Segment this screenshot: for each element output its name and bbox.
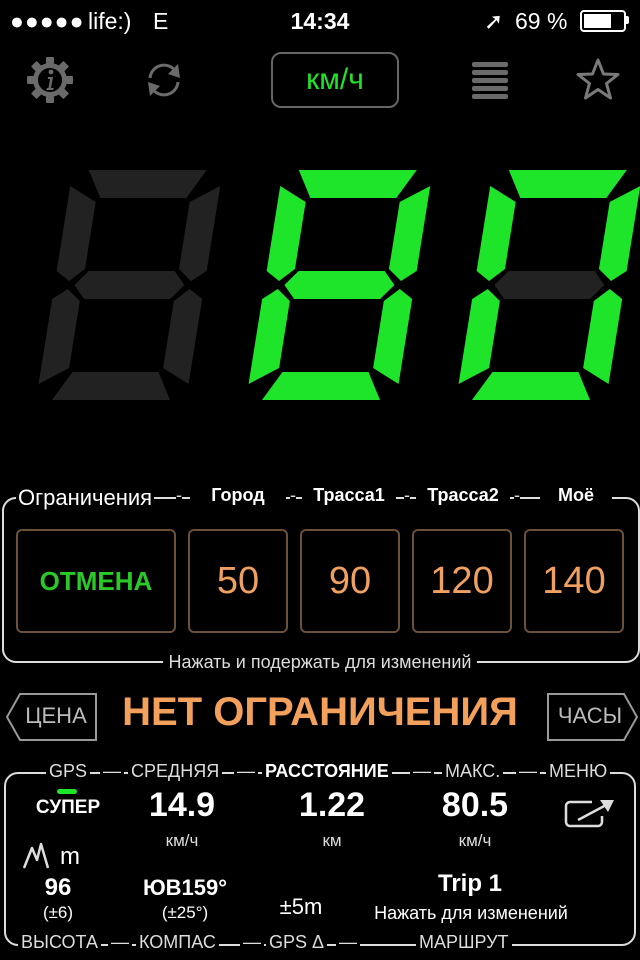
- average-speed-value: 14.9: [148, 786, 216, 824]
- limits-hint-text: Нажать и подержать для изменений: [162, 652, 478, 672]
- altitude-caption: ВЫСОТА: [18, 932, 101, 953]
- altitude-unit: m: [60, 843, 80, 870]
- digit-2-segment-g: [284, 271, 395, 299]
- caption-dash: —: [108, 932, 132, 953]
- menu-caption[interactable]: МЕНЮ: [546, 761, 611, 782]
- digit-1-segment-b: [178, 186, 221, 281]
- digit-1-segment-f: [56, 186, 96, 281]
- compass-accuracy: (±25°): [161, 903, 209, 922]
- caption-dash: —: [336, 932, 360, 953]
- digit-2-segment-c: [373, 289, 413, 384]
- limit-header-highway1: Трасса1: [302, 485, 396, 506]
- digit-2-segment-a: [298, 170, 417, 198]
- digit-2-segment-d: [262, 372, 380, 400]
- max-speed-unit: км/ч: [458, 831, 492, 850]
- distance-unit: км: [322, 831, 342, 850]
- distance-caption: РАССТОЯНИЕ: [262, 761, 392, 782]
- refresh-icon[interactable]: [140, 56, 188, 104]
- status-bar: ●●●●● life:) E 14:34 ➚ 69 %: [0, 0, 640, 40]
- digit-3-segment-d: [472, 372, 590, 400]
- max-speed-value: 80.5: [441, 786, 509, 824]
- digit-1-segment-d: [52, 372, 170, 400]
- info-gear-icon[interactable]: [26, 56, 74, 104]
- limits-dash: -: [404, 485, 410, 506]
- caption-dash: —: [240, 932, 264, 953]
- caption-dash: —: [234, 761, 258, 782]
- location-arrow-icon: ➚: [484, 8, 504, 34]
- caption-dash: —: [516, 761, 540, 782]
- caption-dash: —: [410, 761, 434, 782]
- speed-limit-status: НЕТ ОГРАНИЧЕНИЯ: [122, 690, 518, 734]
- max-caption: МАКС.: [442, 761, 504, 782]
- limits-title: Ограничения: [16, 485, 155, 511]
- limits-hint: Нажать и подержать для изменений: [0, 652, 640, 673]
- limit-header-highway2: Трасса2: [416, 485, 510, 506]
- limit-header-city: Город: [190, 485, 286, 506]
- altitude-value: 96: [44, 874, 72, 901]
- limits-dash: -: [290, 485, 296, 506]
- trip-hint: Нажать для изменений: [374, 903, 568, 923]
- limit-custom-button[interactable]: 140: [524, 529, 624, 633]
- digit-3-segment-a: [508, 170, 627, 198]
- digit-2-segment-b: [388, 186, 431, 281]
- digit-3-segment-c: [583, 289, 623, 384]
- limit-city-button[interactable]: 50: [188, 529, 288, 633]
- limit-header-custom: Моё: [540, 485, 612, 506]
- digit-1-segment-g: [74, 271, 185, 299]
- average-caption: СРЕДНЯЯ: [128, 761, 223, 782]
- trip-name[interactable]: Trip 1: [350, 870, 590, 898]
- limits-title-dash: -: [176, 485, 182, 506]
- gps-signal-bar: [57, 789, 77, 794]
- speed-display: [38, 170, 640, 400]
- unit-toggle-button[interactable]: км/ч: [271, 52, 399, 108]
- digit-2-segment-f: [266, 186, 306, 281]
- battery-icon: [580, 10, 626, 32]
- altitude-accuracy: (±6): [42, 903, 74, 922]
- digit-1-segment-a: [88, 170, 207, 198]
- menu-list-icon[interactable]: [466, 56, 514, 104]
- digit-1-segment-c: [163, 289, 203, 384]
- clock-button[interactable]: ЧАСЫ: [548, 693, 632, 739]
- digit-3-segment-f: [476, 186, 516, 281]
- limit-highway1-button[interactable]: 90: [300, 529, 400, 633]
- distance-value: 1.22: [298, 786, 366, 824]
- gps-caption: GPS: [46, 761, 91, 782]
- digit-1-segment-e: [38, 289, 80, 384]
- limit-highway2-button[interactable]: 120: [412, 529, 512, 633]
- compass-heading: ЮВ159°: [142, 875, 228, 900]
- battery-nub: [626, 16, 629, 24]
- gps-delta-caption: GPS Δ: [266, 932, 328, 953]
- gps-accuracy: ±5m: [279, 894, 323, 919]
- limits-dash: -: [514, 485, 520, 506]
- mountain-icon: [22, 840, 52, 870]
- battery-percent: 69 %: [515, 8, 568, 34]
- digit-3-segment-b: [598, 186, 640, 281]
- star-icon[interactable]: [574, 56, 622, 104]
- average-speed-unit: км/ч: [165, 831, 199, 850]
- digit-3-segment-g: [494, 271, 605, 299]
- route-caption: МАРШРУТ: [416, 932, 512, 953]
- digit-3-segment-e: [458, 289, 500, 384]
- cancel-limit-button[interactable]: ОТМЕНА: [16, 529, 176, 633]
- compass-caption: КОМПАС: [136, 932, 219, 953]
- caption-dash: —: [100, 761, 124, 782]
- share-icon[interactable]: [562, 796, 622, 830]
- digit-2-segment-e: [248, 289, 290, 384]
- gps-quality: СУПЕР: [35, 797, 101, 818]
